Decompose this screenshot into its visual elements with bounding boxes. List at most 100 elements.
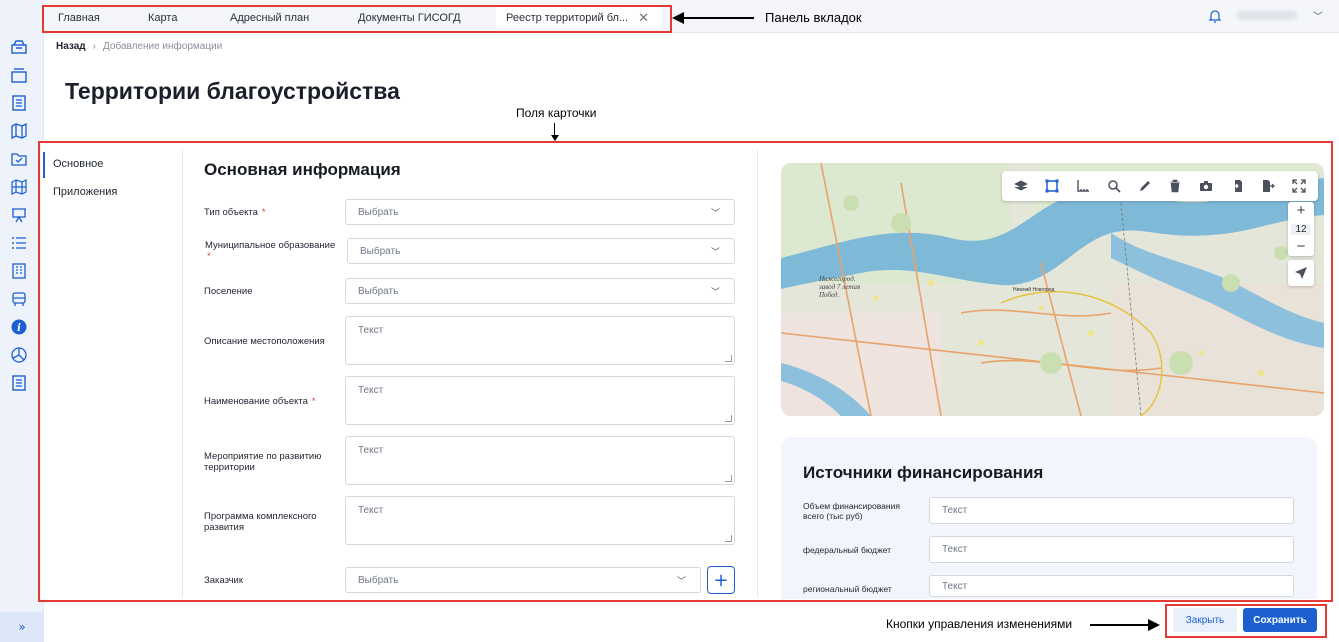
export-icon[interactable] <box>1259 177 1277 195</box>
annotation-arrowhead <box>551 135 559 141</box>
annotation-tabs-panel: Панель вкладок <box>765 10 862 25</box>
import-icon[interactable] <box>1228 177 1246 195</box>
annotation-arrow <box>682 17 754 19</box>
tab-address-plan[interactable]: Адресный план <box>230 6 309 30</box>
field-label-customer: Заказчик <box>204 575 244 586</box>
settlement-select[interactable]: Выбрать ﹀ <box>345 278 735 304</box>
development-program-textarea[interactable]: Текст <box>345 496 735 545</box>
zoom-level: 12 <box>1291 223 1311 235</box>
finance-total-input[interactable]: Текст <box>929 497 1294 524</box>
customer-select[interactable]: Выбрать ﹀ <box>345 567 701 593</box>
document-list-icon[interactable] <box>10 94 28 112</box>
back-link[interactable]: Назад <box>56 41 86 52</box>
chevron-down-icon: ﹀ <box>676 576 686 586</box>
building-icon[interactable] <box>10 262 28 280</box>
finance-label-total: Объем финансирования всего (тыс руб) <box>803 501 900 521</box>
label-text: Наименование объекта <box>204 396 308 407</box>
map-grid-icon[interactable] <box>10 178 28 196</box>
navigation-arrow-icon <box>1295 267 1307 279</box>
tab-label: Адресный план <box>230 12 310 24</box>
pencil-icon[interactable] <box>1136 177 1154 195</box>
location-description-textarea[interactable]: Текст <box>345 316 735 365</box>
presentation-icon[interactable] <box>10 206 28 224</box>
register-icon[interactable] <box>10 374 28 392</box>
expand-icon: » <box>18 620 26 634</box>
field-label-location-description: Описание местоположения <box>204 336 325 347</box>
column-divider <box>757 150 758 598</box>
required-mark: * <box>261 207 266 218</box>
development-measure-textarea[interactable]: Текст <box>345 436 735 485</box>
tab-label: Реестр территорий бл... <box>506 12 629 24</box>
camera-icon[interactable] <box>1197 177 1215 195</box>
required-mark: * <box>207 251 211 262</box>
resize-handle-icon[interactable] <box>725 475 732 482</box>
plus-icon: + <box>713 569 729 591</box>
annotation-card-fields: Поля карточки <box>516 106 597 120</box>
save-button[interactable]: Сохранить <box>1243 608 1317 632</box>
search-icon[interactable] <box>1105 177 1123 195</box>
select-placeholder: Выбрать <box>358 285 399 297</box>
info-icon[interactable]: i <box>10 318 28 336</box>
add-customer-button[interactable]: + <box>707 566 735 594</box>
bell-icon[interactable] <box>1208 8 1222 24</box>
tab-gisogd-documents[interactable]: Документы ГИСОГД <box>358 6 461 30</box>
chevron-down-icon[interactable]: ﹀ <box>1313 8 1323 23</box>
bullet-list-icon[interactable] <box>10 234 28 252</box>
close-icon[interactable]: ✕ <box>638 10 649 26</box>
layers-icon[interactable] <box>1012 177 1030 195</box>
annotation-arrowhead <box>672 12 684 24</box>
map-label-plant: Нижегород. завод 7 летия Побед. <box>819 275 861 299</box>
finance-label-federal: федеральный бюджет <box>803 545 892 555</box>
chevron-down-icon: ﹀ <box>710 287 720 297</box>
annotation-arrowhead <box>1148 619 1160 631</box>
textarea-placeholder: Текст <box>358 325 384 336</box>
zoom-out-button[interactable]: − <box>1297 239 1306 254</box>
inbox-icon[interactable] <box>10 38 28 56</box>
input-placeholder: Текст <box>942 505 968 516</box>
finance-regional-input[interactable]: Текст <box>929 575 1294 597</box>
field-label-development-measure: Мероприятие по развитию территории <box>204 451 322 473</box>
pie-chart-icon[interactable] <box>10 346 28 364</box>
side-nav-item-attachments[interactable]: Приложения <box>53 186 117 198</box>
expand-rail-button[interactable]: » <box>0 612 44 642</box>
zoom-in-button[interactable]: + <box>1297 203 1306 218</box>
fullscreen-icon[interactable] <box>1290 177 1308 195</box>
side-nav-item-main[interactable]: Основное <box>53 158 103 170</box>
annotation-arrow <box>1090 624 1148 626</box>
left-rail: i » <box>0 0 44 642</box>
bus-icon[interactable] <box>10 290 28 308</box>
map-icon[interactable] <box>10 122 28 140</box>
finance-label-regional: региональный бюджет <box>803 584 892 594</box>
trash-icon[interactable] <box>1166 177 1184 195</box>
zoom-control: + 12 − <box>1288 202 1314 256</box>
field-label-settlement: Поселение <box>204 286 253 297</box>
label-text: Тип объекта <box>204 207 258 218</box>
select-area-icon[interactable] <box>1043 177 1061 195</box>
field-label-object-type: Тип объекта * <box>204 207 339 218</box>
tab-territories-registry[interactable]: Реестр территорий бл... ✕ <box>496 6 662 30</box>
tab-label: Карта <box>148 12 178 24</box>
folder-check-icon[interactable] <box>10 150 28 168</box>
archive-icon[interactable] <box>10 66 28 84</box>
close-button[interactable]: Закрыть <box>1173 608 1237 632</box>
ruler-icon[interactable] <box>1074 177 1092 195</box>
breadcrumb-separator-icon: › <box>92 41 96 52</box>
financing-title: Источники финансирования <box>803 463 1044 482</box>
input-placeholder: Текст <box>942 544 968 555</box>
object-name-textarea[interactable]: Текст <box>345 376 735 425</box>
municipality-select[interactable]: Выбрать ﹀ <box>347 238 735 264</box>
select-placeholder: Выбрать <box>360 245 401 257</box>
resize-handle-icon[interactable] <box>725 535 732 542</box>
tab-label: Главная <box>58 12 100 24</box>
tab-main[interactable]: Главная <box>58 6 100 30</box>
field-label-municipality: Муниципальное образование * <box>205 240 340 262</box>
resize-handle-icon[interactable] <box>725 355 732 362</box>
input-placeholder: Текст <box>942 580 968 592</box>
object-type-select[interactable]: Выбрать ﹀ <box>345 199 735 225</box>
locate-button[interactable] <box>1288 260 1314 286</box>
tab-map[interactable]: Карта <box>148 6 177 30</box>
user-name-blurred[interactable] <box>1237 11 1297 20</box>
resize-handle-icon[interactable] <box>725 415 732 422</box>
finance-federal-input[interactable]: Текст <box>929 536 1294 563</box>
breadcrumb-current: Добавление информации <box>103 41 223 52</box>
